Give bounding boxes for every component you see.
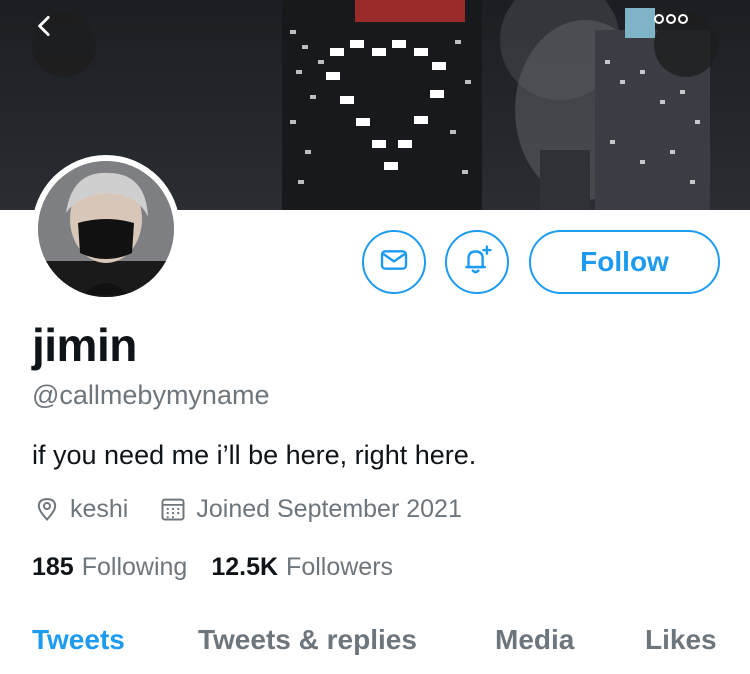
tab-media[interactable]: Media [495,624,574,656]
tab-tweets-and-replies[interactable]: Tweets & replies [198,624,417,656]
user-handle: @callmebymyname [32,380,270,410]
display-name: jimin [32,319,137,371]
profile-page: Follow jimin @callmebymyname if you need… [0,0,750,674]
location-pin-icon [32,494,62,524]
avatar[interactable] [32,155,180,303]
joined-date: Joined September 2021 [196,494,462,523]
notify-button[interactable] [445,230,509,294]
following-count: 185 [32,553,74,581]
following-label: Following [81,553,188,581]
back-button[interactable] [32,13,96,77]
envelope-icon [378,244,410,281]
avatar-image [38,161,174,297]
tab-likes[interactable]: Likes [645,624,717,656]
profile-meta: keshi Joined September 2021 [32,492,462,526]
followers-link[interactable]: 12.5K Followers [211,553,393,582]
location-text: keshi [70,494,129,523]
more-options-button[interactable] [654,13,718,77]
calendar-icon [158,494,188,524]
message-button[interactable] [362,230,426,294]
follow-button[interactable]: Follow [529,230,720,294]
tab-tweets[interactable]: Tweets [32,624,125,656]
follow-stats: 185 Following 12.5K Followers [32,553,393,582]
user-bio: if you need me i’ll be here, right here. [32,440,477,470]
following-link[interactable]: 185 Following [32,553,187,582]
bell-plus-icon [460,243,494,282]
followers-label: Followers [286,553,394,581]
followers-count: 12.5K [211,553,279,581]
